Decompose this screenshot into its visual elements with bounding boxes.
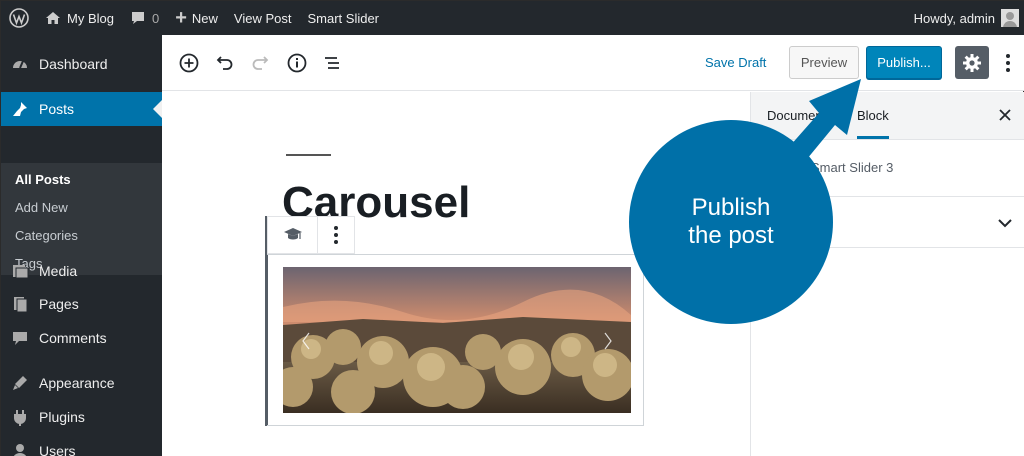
media-icon: [1, 262, 39, 280]
site-name: My Blog: [67, 10, 114, 26]
sidebar-item-plugins[interactable]: Plugins: [1, 403, 162, 431]
sidebar-label: Comments: [39, 330, 107, 346]
appearance-icon: [1, 374, 39, 392]
smart-slider-link[interactable]: Smart Slider: [299, 1, 387, 35]
view-post-link[interactable]: View Post: [226, 1, 300, 35]
redo-icon[interactable]: [248, 51, 272, 75]
comment-bubble-icon: [131, 12, 144, 24]
pin-icon: [1, 100, 39, 118]
block-type-icon[interactable]: [268, 217, 318, 253]
comments-count: 0: [151, 10, 160, 26]
block-more-options-icon[interactable]: [318, 217, 354, 253]
sidebar-item-dashboard[interactable]: Dashboard: [1, 47, 162, 81]
more-options-icon[interactable]: [998, 51, 1018, 75]
avatar: [1001, 9, 1019, 27]
home-icon: [46, 12, 60, 24]
settings-gear-icon[interactable]: [955, 46, 989, 79]
submenu-add-new[interactable]: Add New: [15, 200, 68, 215]
title-separator: [286, 154, 331, 156]
callout-line-1: Publish: [691, 194, 771, 221]
sidebar-label: Plugins: [39, 409, 85, 425]
sidebar-tabs: Document Block: [751, 92, 1024, 140]
site-name-link[interactable]: My Blog: [37, 1, 122, 35]
block-card-title: Smart Slider 3: [811, 160, 894, 175]
users-icon: [1, 442, 39, 456]
admin-bar: My Blog 0 + New View Post Smart Slider H…: [1, 1, 1024, 35]
howdy-text: Howdy, admin: [913, 10, 995, 26]
sidebar-item-pages[interactable]: Pages: [1, 290, 162, 318]
publish-button[interactable]: Publish...: [866, 46, 942, 79]
plugins-icon: [1, 408, 39, 426]
view-post-label: View Post: [233, 10, 292, 26]
sidebar-item-comments[interactable]: Comments: [1, 324, 162, 352]
save-draft-button[interactable]: Save Draft: [705, 55, 766, 70]
comments-icon: [1, 329, 39, 347]
close-icon[interactable]: [995, 105, 1015, 125]
info-icon[interactable]: [285, 51, 309, 75]
slider-image: [283, 267, 631, 413]
dashboard-icon: [1, 55, 39, 73]
callout-line-2: the post: [688, 222, 774, 249]
plus-icon: +: [175, 7, 187, 29]
sidebar-label: Posts: [39, 101, 75, 117]
sidebar-label: Dashboard: [39, 56, 108, 72]
new-label: New: [191, 10, 218, 26]
tab-block[interactable]: Block: [857, 108, 889, 139]
block-navigation-icon[interactable]: [320, 51, 344, 75]
sidebar-item-posts[interactable]: Posts: [1, 92, 162, 126]
callout-bubble: Publish the post: [629, 120, 833, 324]
account-menu[interactable]: Howdy, admin: [906, 1, 1024, 35]
wordpress-logo-icon[interactable]: [1, 1, 37, 35]
block-toolbar: [267, 216, 355, 254]
sidebar-item-users[interactable]: Users: [1, 437, 162, 456]
smart-slider-label: Smart Slider: [307, 10, 380, 26]
pages-icon: [1, 295, 39, 313]
new-content-link[interactable]: + New: [167, 1, 226, 35]
submenu-all-posts[interactable]: All Posts: [15, 172, 71, 187]
sidebar-label: Appearance: [39, 375, 115, 391]
sidebar-item-appearance[interactable]: Appearance: [1, 369, 162, 397]
admin-sidebar: Dashboard Posts All Posts Add New Catego…: [1, 35, 162, 456]
add-block-icon[interactable]: [177, 51, 201, 75]
sidebar-item-media[interactable]: Media: [1, 257, 162, 285]
submenu-categories[interactable]: Categories: [15, 228, 78, 243]
sidebar-label: Media: [39, 263, 78, 279]
comments-link[interactable]: 0: [122, 1, 167, 35]
chevron-down-icon[interactable]: [995, 213, 1015, 233]
tab-document[interactable]: Document: [767, 108, 826, 123]
undo-icon[interactable]: [213, 51, 237, 75]
editor-toolbar: Save Draft Preview Publish...: [162, 35, 1024, 91]
smart-slider-block[interactable]: [267, 254, 644, 426]
sidebar-label: Pages: [39, 296, 79, 312]
sidebar-label: Users: [39, 443, 76, 456]
preview-button[interactable]: Preview: [789, 46, 859, 79]
